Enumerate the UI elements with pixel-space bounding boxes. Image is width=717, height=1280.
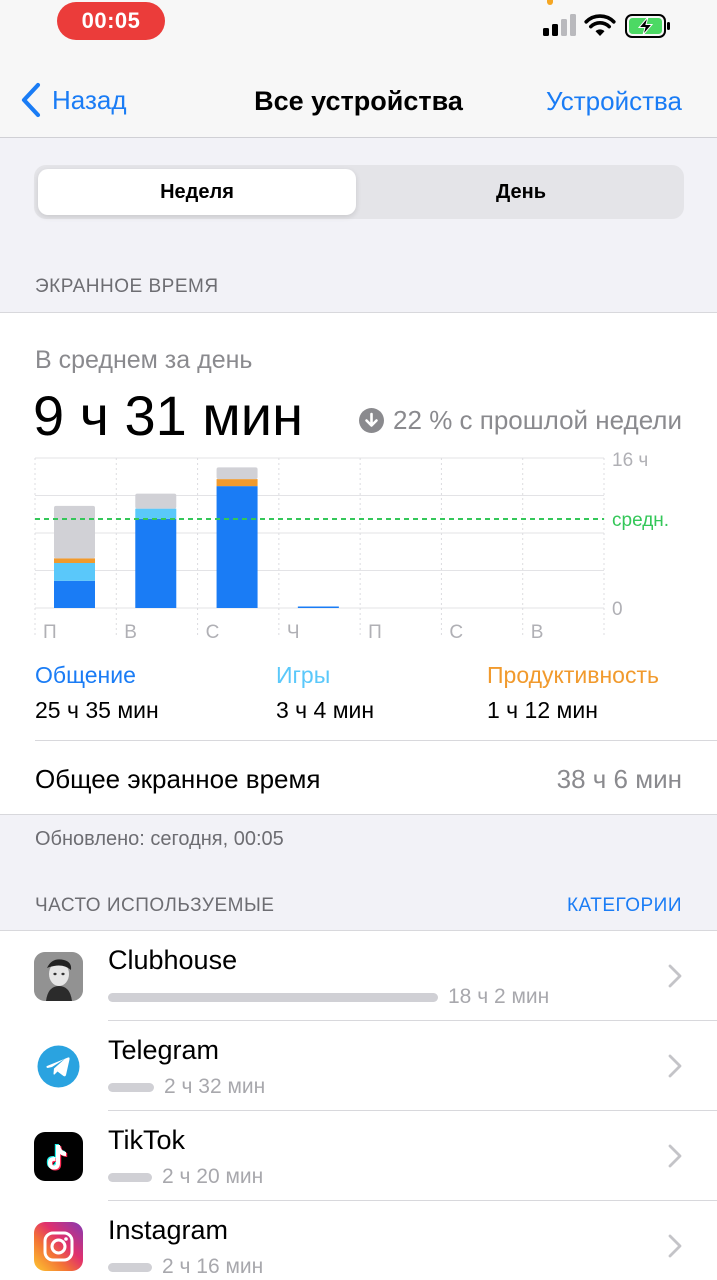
app-name: Telegram bbox=[108, 1035, 220, 1065]
category-games[interactable]: Игры 3 ч 4 мин bbox=[276, 662, 374, 724]
tiktok-icon bbox=[34, 1132, 83, 1181]
chevron-right-icon bbox=[668, 1144, 682, 1168]
weekly-change: 22 % с прошлой недели bbox=[359, 405, 682, 436]
total-screen-time-value: 38 ч 6 мин bbox=[556, 764, 682, 794]
status-time[interactable]: 00:05 bbox=[57, 2, 165, 40]
app-usage-time: 2 ч 16 мин bbox=[162, 1255, 264, 1278]
battery-charging-icon bbox=[625, 14, 670, 38]
usage-bar bbox=[108, 1173, 152, 1182]
app-list: Clubhouse 18 ч 2 мин Telegram 2 ч 32 мин… bbox=[0, 930, 717, 1280]
devices-button[interactable]: Устройства bbox=[546, 86, 682, 117]
weekly-change-text: 22 % с прошлой недели bbox=[393, 405, 682, 435]
total-screen-time-label: Общее экранное время bbox=[35, 764, 321, 794]
chevron-right-icon bbox=[668, 964, 682, 988]
divider bbox=[35, 740, 717, 741]
clubhouse-icon bbox=[34, 952, 83, 1001]
wifi-icon bbox=[584, 14, 616, 36]
updated-timestamp: Обновлено: сегодня, 00:05 bbox=[35, 828, 284, 850]
app-name: Clubhouse bbox=[108, 945, 238, 975]
cellular-signal-icon bbox=[543, 14, 576, 36]
screen-time-header: ЭКРАННОЕ ВРЕМЯ bbox=[35, 276, 219, 297]
privacy-indicator bbox=[547, 0, 553, 5]
app-usage-time: 2 ч 32 мин bbox=[164, 1075, 266, 1098]
average-label: средн. bbox=[612, 510, 669, 531]
app-usage-time: 18 ч 2 мин bbox=[448, 985, 550, 1008]
category-name: Общение bbox=[35, 662, 136, 688]
segment-week[interactable]: Неделя bbox=[38, 169, 356, 215]
usage-bar bbox=[108, 1263, 152, 1272]
y-tick-label: 0 bbox=[612, 599, 623, 620]
chart-bar bbox=[297, 606, 339, 608]
telegram-icon bbox=[34, 1042, 83, 1091]
chevron-right-icon bbox=[668, 1054, 682, 1078]
chart-bar bbox=[216, 479, 258, 487]
app-row-clubhouse[interactable]: Clubhouse 18 ч 2 мин bbox=[0, 931, 717, 1021]
chart-bar bbox=[216, 486, 258, 608]
y-tick-label: 16 ч bbox=[612, 450, 648, 471]
category-productivity[interactable]: Продуктивность 1 ч 12 мин bbox=[487, 662, 659, 724]
chevron-right-icon bbox=[668, 1234, 682, 1258]
day-label: Ч bbox=[287, 622, 300, 643]
arrow-down-circle-icon bbox=[359, 408, 385, 433]
status-bar: 00:05 bbox=[0, 0, 717, 46]
chart-bar bbox=[216, 467, 258, 480]
chart-bar bbox=[54, 505, 95, 559]
chart-bar bbox=[135, 493, 177, 509]
chart-bar bbox=[135, 518, 177, 608]
category-name: Продуктивность bbox=[487, 662, 659, 688]
category-social[interactable]: Общение 25 ч 35 мин bbox=[35, 662, 159, 724]
chart-bar bbox=[54, 563, 95, 581]
app-row-tiktok[interactable]: TikTok 2 ч 20 мин bbox=[0, 1111, 717, 1201]
chart-bar bbox=[54, 580, 95, 608]
day-label: В bbox=[531, 622, 544, 643]
app-name: Instagram bbox=[108, 1215, 229, 1245]
day-label: С bbox=[206, 622, 220, 643]
chart-bar bbox=[54, 558, 95, 563]
day-label: С bbox=[449, 622, 463, 643]
categories-link[interactable]: КАТЕГОРИИ bbox=[567, 895, 682, 917]
daily-average-label: В среднем за день bbox=[35, 346, 253, 374]
chart-bar bbox=[135, 508, 177, 519]
usage-bar bbox=[108, 993, 438, 1002]
screen-time-chart: П В С Ч П С Всредн. 16 ч 0 bbox=[34, 450, 669, 643]
category-time: 1 ч 12 мин bbox=[487, 697, 598, 723]
period-segmented-control: Неделя День bbox=[34, 165, 684, 219]
segment-day[interactable]: День bbox=[362, 169, 680, 215]
app-row-telegram[interactable]: Telegram 2 ч 32 мин bbox=[0, 1021, 717, 1111]
day-label: П bbox=[43, 622, 57, 643]
day-label: П bbox=[368, 622, 382, 643]
navigation-bar: Назад Все устройства Устройства bbox=[0, 46, 717, 138]
app-name: TikTok bbox=[108, 1125, 186, 1155]
app-usage-time: 2 ч 20 мин bbox=[162, 1165, 264, 1188]
usage-bar bbox=[108, 1083, 154, 1092]
instagram-icon bbox=[34, 1222, 83, 1271]
frequent-header: ЧАСТО ИСПОЛЬЗУЕМЫЕ bbox=[35, 895, 275, 916]
category-time: 3 ч 4 мин bbox=[276, 697, 375, 723]
day-label: В bbox=[124, 622, 137, 643]
app-row-instagram[interactable]: Instagram 2 ч 16 мин bbox=[0, 1201, 717, 1280]
daily-average-value: 9 ч 31 мин bbox=[33, 384, 303, 447]
category-time: 25 ч 35 мин bbox=[35, 697, 159, 723]
category-name: Игры bbox=[276, 662, 331, 688]
